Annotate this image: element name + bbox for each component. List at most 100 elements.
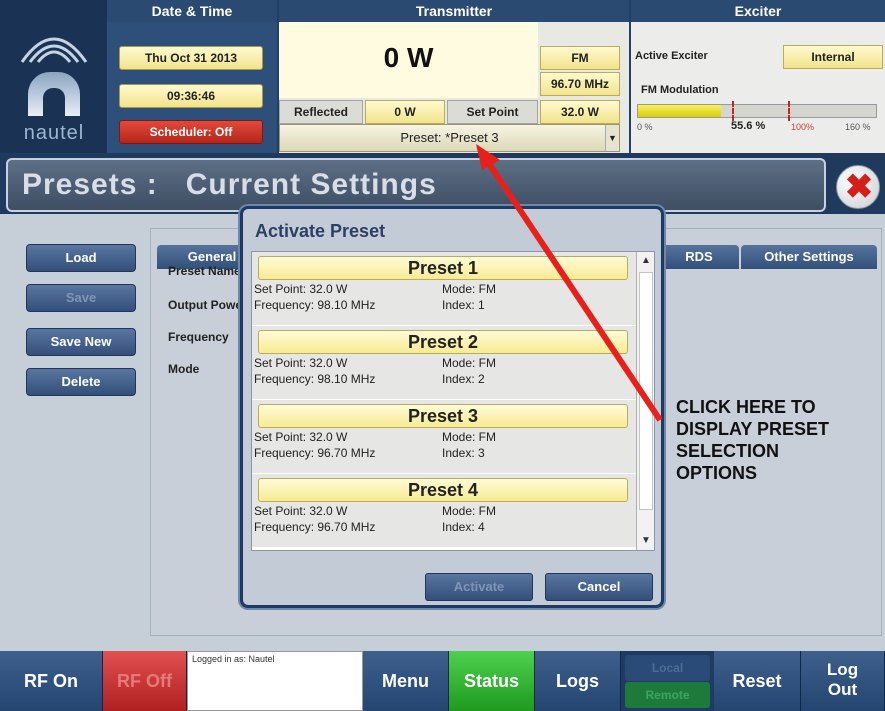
mode-label: Mode (168, 362, 200, 376)
set-point-value: 32.0 W (540, 100, 620, 124)
preset-item-set-point: Set Point: 32.0 W (254, 504, 348, 518)
active-exciter-label: Active Exciter (635, 50, 708, 62)
scale-min: 0 % (637, 122, 653, 132)
logo-arcs-icon (20, 37, 88, 63)
fm-modulation-fill (638, 105, 721, 117)
save-new-button[interactable]: Save New (26, 328, 136, 356)
transmitter-heading: Transmitter (279, 0, 629, 22)
preset-list-item[interactable]: Preset 4 Set Point: 32.0 W Frequency: 96… (252, 474, 636, 548)
preset-item-mode: Mode: FM (442, 430, 497, 444)
preset-item-index: Index: 2 (442, 372, 485, 386)
preset-item-mode: Mode: FM (442, 504, 497, 518)
tab-other-settings[interactable]: Other Settings (741, 245, 877, 269)
preset-item-frequency: Frequency: 96.70 MHz (254, 520, 376, 534)
page-title: Presets : Current Settings (22, 168, 437, 201)
fm-modulation-meter (637, 101, 877, 121)
exciter-heading: Exciter (631, 0, 885, 22)
local-button[interactable]: Local (625, 655, 710, 681)
date-time-heading: Date & Time (107, 0, 277, 22)
scheduler-button[interactable]: Scheduler: Off (119, 120, 263, 144)
frequency-display: 96.70 MHz (540, 72, 620, 96)
date-display: Thu Oct 31 2013 (119, 46, 263, 70)
time-display: 09:36:46 (119, 84, 263, 108)
transmitter-section: Transmitter 0 W FM 96.70 MHz Reflected 0… (279, 0, 629, 153)
annotation-line: DISPLAY PRESET (676, 419, 830, 439)
rf-on-button[interactable]: RF On (0, 651, 103, 711)
logo-mark-icon (28, 72, 80, 116)
rf-off-button[interactable]: RF Off (103, 651, 187, 711)
header: nautel Date & Time Thu Oct 31 2013 09:36… (0, 0, 885, 153)
preset-item-frequency: Frequency: 98.10 MHz (254, 298, 376, 312)
preset-item-set-point: Set Point: 32.0 W (254, 356, 348, 370)
chevron-down-icon[interactable]: ▼ (605, 125, 619, 151)
preset-item-index: Index: 4 (442, 520, 485, 534)
preset-item-name[interactable]: Preset 2 (258, 330, 628, 354)
logs-button[interactable]: Logs (535, 651, 621, 711)
arrow-down-icon[interactable]: ▼ (637, 532, 654, 550)
logout-label-line1: Log (826, 660, 859, 679)
activate-preset-dialog: Activate Preset Preset 1 Set Point: 32.0… (240, 206, 664, 608)
preset-item-frequency: Frequency: 98.10 MHz (254, 372, 376, 386)
logo: nautel (0, 0, 107, 153)
annotation-line: SELECTION (676, 441, 780, 461)
reset-button[interactable]: Reset (714, 651, 801, 711)
logo-text: nautel (23, 122, 85, 144)
preset-dropdown[interactable]: Preset: *Preset 3 ▼ (279, 124, 620, 152)
preset-list-item[interactable]: Preset 2 Set Point: 32.0 W Frequency: 98… (252, 326, 636, 400)
preset-list-item[interactable]: Preset 3 Set Point: 32.0 W Frequency: 96… (252, 400, 636, 474)
page-title-bar: Presets : Current Settings (6, 158, 826, 212)
logout-button[interactable]: Log Out (801, 651, 885, 711)
dialog-title: Activate Preset (255, 221, 386, 241)
cancel-button[interactable]: Cancel (545, 573, 653, 601)
modulation-peak-marker (732, 101, 734, 121)
preset-item-set-point: Set Point: 32.0 W (254, 430, 348, 444)
status-button[interactable]: Status (449, 651, 535, 711)
preset-item-set-point: Set Point: 32.0 W (254, 282, 348, 296)
annotation-line: OPTIONS (676, 463, 758, 483)
preset-name-label: Preset Name (168, 264, 241, 278)
modulation-value: 55.6 % (731, 120, 766, 132)
reflected-label: Reflected (279, 100, 363, 124)
preset-item-frequency: Frequency: 96.70 MHz (254, 446, 376, 460)
logged-in-text: Logged in as: Nautel (192, 654, 275, 664)
preset-item-name[interactable]: Preset 4 (258, 478, 628, 502)
remote-button[interactable]: Remote (625, 682, 710, 708)
tab-rds[interactable]: RDS (659, 245, 739, 269)
scroll-thumb[interactable] (639, 272, 653, 510)
activate-button[interactable]: Activate (425, 573, 533, 601)
preset-item-name[interactable]: Preset 1 (258, 256, 628, 280)
preset-item-mode: Mode: FM (442, 282, 497, 296)
preset-list-item[interactable]: Preset 1 Set Point: 32.0 W Frequency: 98… (252, 252, 636, 326)
annotation-text: CLICK HERE TO DISPLAY PRESET SELECTION O… (676, 396, 884, 484)
fm-modulation-label: FM Modulation (641, 84, 719, 96)
mode-display: FM (540, 46, 620, 70)
preset-list-scrollbar[interactable]: ▲ ▼ (636, 252, 654, 550)
modulation-limit-marker (788, 101, 790, 121)
bottom-bar: RF On RF Off Logged in as: Nautel Menu S… (0, 651, 885, 711)
menu-button[interactable]: Menu (363, 651, 449, 711)
active-exciter-value: Internal (783, 45, 883, 69)
output-power-label: Output Power (168, 298, 247, 312)
preset-item-mode: Mode: FM (442, 356, 497, 370)
close-button[interactable]: ✖ (836, 165, 880, 209)
logged-in-status: Logged in as: Nautel (187, 651, 363, 711)
save-button[interactable]: Save (26, 284, 136, 312)
scale-mid: 100% (791, 122, 815, 132)
load-button[interactable]: Load (26, 244, 136, 272)
frequency-label: Frequency (168, 330, 229, 344)
local-remote-toggle[interactable]: Local Remote (621, 651, 714, 711)
logout-label-line2: Out (827, 680, 858, 699)
close-icon[interactable]: ✖ (837, 166, 881, 210)
preset-list: Preset 1 Set Point: 32.0 W Frequency: 98… (251, 251, 655, 551)
arrow-up-icon[interactable]: ▲ (637, 252, 654, 270)
reflected-value: 0 W (365, 100, 445, 124)
preset-item-name[interactable]: Preset 3 (258, 404, 628, 428)
delete-button[interactable]: Delete (26, 368, 136, 396)
annotation-line: CLICK HERE TO (676, 397, 816, 417)
exciter-section: Exciter Active Exciter Internal FM Modul… (631, 0, 885, 153)
preset-item-index: Index: 1 (442, 298, 485, 312)
scale-max: 160 % (845, 122, 871, 132)
date-time-section: Date & Time Thu Oct 31 2013 09:36:46 Sch… (107, 0, 277, 153)
set-point-label: Set Point (447, 100, 538, 124)
preset-dropdown-label: Preset: *Preset 3 (400, 130, 499, 145)
